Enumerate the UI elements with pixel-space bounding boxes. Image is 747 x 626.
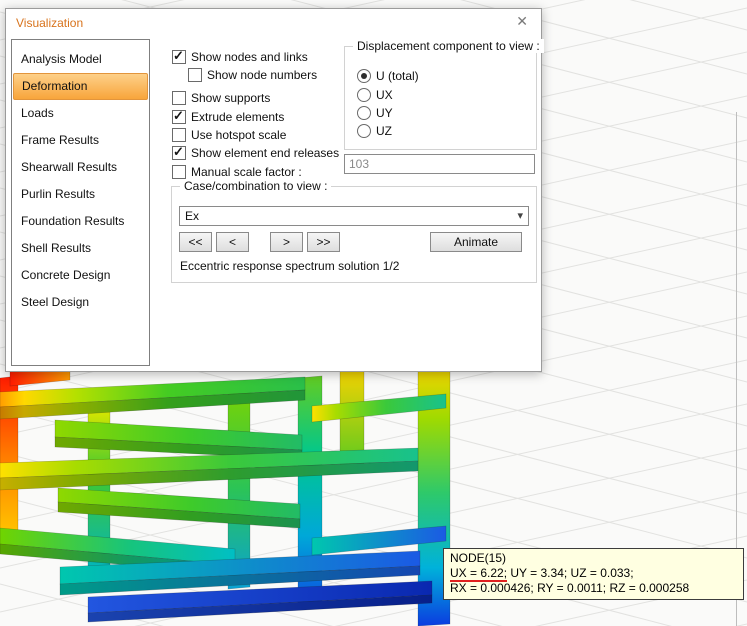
- manual-scale-factor-input[interactable]: [344, 154, 535, 174]
- checkbox-show-nodes-and-links[interactable]: Show nodes and links: [172, 49, 308, 64]
- case-description: Eccentric response spectrum solution 1/2: [180, 259, 399, 273]
- radio-label: U (total): [376, 69, 419, 83]
- next-case-button[interactable]: >: [270, 232, 303, 252]
- radio-ux[interactable]: UX: [357, 87, 393, 102]
- sidebar-item-frame-results[interactable]: Frame Results: [12, 127, 149, 154]
- checkbox-icon[interactable]: [172, 146, 186, 160]
- checkbox-icon[interactable]: [172, 128, 186, 142]
- checkbox-icon[interactable]: [172, 50, 186, 64]
- category-list: Analysis Model Deformation Loads Frame R…: [11, 39, 150, 366]
- tooltip-node-id: NODE(15): [450, 551, 737, 566]
- radio-icon[interactable]: [357, 106, 371, 120]
- chevron-down-icon[interactable]: ▾: [517, 209, 523, 222]
- radio-label: UZ: [376, 124, 392, 138]
- tooltip-translations-rest: UY = 3.34; UZ = 0.033;: [507, 566, 634, 580]
- checkbox-show-element-end-releases[interactable]: Show element end releases: [172, 145, 339, 160]
- checkbox-label: Show node numbers: [207, 68, 317, 82]
- checkbox-extrude-elements[interactable]: Extrude elements: [172, 109, 284, 124]
- tooltip-ux-highlight: UX = 6.22;: [450, 566, 507, 582]
- checkbox-manual-scale-factor[interactable]: Manual scale factor :: [172, 164, 302, 179]
- checkbox-label: Use hotspot scale: [191, 128, 286, 142]
- close-icon[interactable]: ✕: [516, 14, 528, 28]
- group-label: Case/combination to view :: [180, 179, 331, 193]
- animate-button[interactable]: Animate: [430, 232, 522, 252]
- checkbox-use-hotspot-scale[interactable]: Use hotspot scale: [172, 127, 286, 142]
- sidebar-item-loads[interactable]: Loads: [12, 100, 149, 127]
- checkbox-label: Show nodes and links: [191, 50, 308, 64]
- checkbox-label: Show element end releases: [191, 146, 339, 160]
- radio-uz[interactable]: UZ: [357, 123, 392, 138]
- radio-icon[interactable]: [357, 88, 371, 102]
- first-case-button[interactable]: <<: [179, 232, 212, 252]
- sidebar-item-foundation-results[interactable]: Foundation Results: [12, 208, 149, 235]
- sidebar-item-deformation[interactable]: Deformation: [13, 73, 148, 100]
- case-dropdown[interactable]: Ex ▾: [179, 206, 529, 226]
- radio-u-total[interactable]: U (total): [357, 68, 419, 83]
- checkbox-icon[interactable]: [188, 68, 202, 82]
- tooltip-rotations: RX = 0.000426; RY = 0.0011; RZ = 0.00025…: [450, 581, 737, 596]
- checkbox-show-supports[interactable]: Show supports: [172, 90, 270, 105]
- last-case-button[interactable]: >>: [307, 232, 340, 252]
- checkbox-label: Manual scale factor :: [191, 165, 302, 179]
- radio-icon[interactable]: [357, 69, 371, 83]
- checkbox-show-node-numbers[interactable]: Show node numbers: [188, 67, 317, 82]
- checkbox-label: Show supports: [191, 91, 270, 105]
- node-result-tooltip: NODE(15) UX = 6.22; UY = 3.34; UZ = 0.03…: [443, 548, 744, 600]
- group-label: Displacement component to view :: [353, 39, 544, 53]
- sidebar-item-analysis-model[interactable]: Analysis Model: [12, 46, 149, 73]
- displacement-component-group: Displacement component to view : U (tota…: [344, 46, 537, 150]
- visualization-dialog: Visualization ✕ Analysis Model Deformati…: [5, 8, 542, 372]
- sidebar-item-concrete-design[interactable]: Concrete Design: [12, 262, 149, 289]
- checkbox-label: Extrude elements: [191, 110, 284, 124]
- sidebar-item-shell-results[interactable]: Shell Results: [12, 235, 149, 262]
- checkbox-icon[interactable]: [172, 91, 186, 105]
- radio-uy[interactable]: UY: [357, 105, 393, 120]
- sidebar-item-shearwall-results[interactable]: Shearwall Results: [12, 154, 149, 181]
- case-combination-group: Case/combination to view : Ex ▾ << < > >…: [171, 186, 537, 283]
- radio-label: UY: [376, 106, 393, 120]
- tooltip-translations: UX = 6.22; UY = 3.34; UZ = 0.033;: [450, 566, 737, 581]
- app-stage: Visualization ✕ Analysis Model Deformati…: [0, 0, 747, 626]
- checkbox-icon[interactable]: [172, 110, 186, 124]
- case-dropdown-value: Ex: [185, 209, 199, 223]
- sidebar-item-steel-design[interactable]: Steel Design: [12, 289, 149, 316]
- checkbox-icon[interactable]: [172, 165, 186, 179]
- sidebar-item-purlin-results[interactable]: Purlin Results: [12, 181, 149, 208]
- radio-icon[interactable]: [357, 124, 371, 138]
- previous-case-button[interactable]: <: [216, 232, 249, 252]
- dialog-title: Visualization: [16, 16, 83, 30]
- radio-label: UX: [376, 88, 393, 102]
